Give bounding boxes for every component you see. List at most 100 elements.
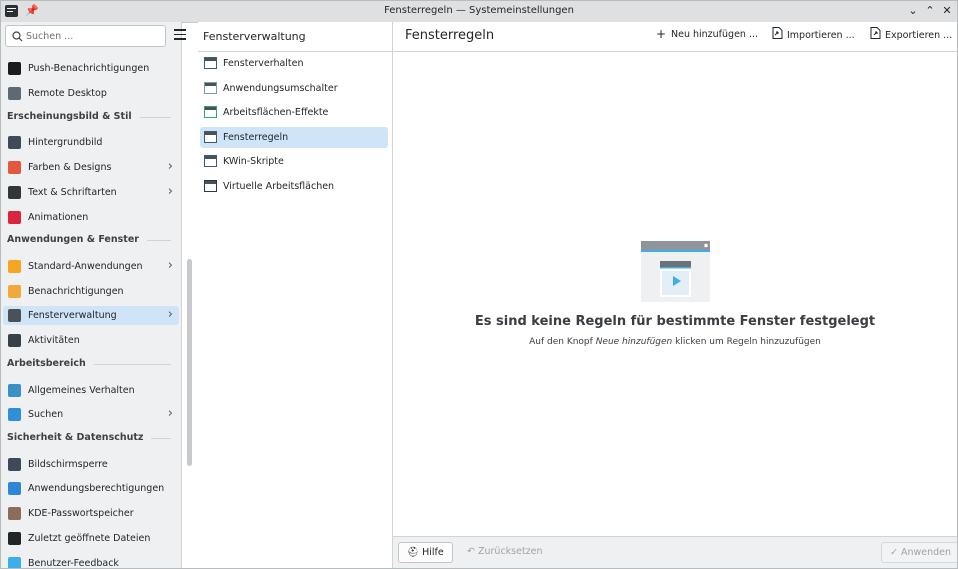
- sidebar-section-header: Arbeitsbereich: [7, 358, 175, 372]
- sidebar-item[interactable]: Push-Benachrichtigungen: [3, 59, 179, 78]
- category-item[interactable]: Anwendungsumschalter: [200, 78, 388, 99]
- sidebar-item[interactable]: Hintergrundbild: [3, 133, 179, 152]
- category-item-label: Virtuelle Arbeitsflächen: [223, 181, 335, 192]
- sidebar-item-label: Aktivitäten: [28, 335, 80, 347]
- import-icon: [771, 27, 783, 42]
- sidebar-item[interactable]: Standard-Anwendungen ›: [3, 257, 179, 276]
- sidebar: Push-Benachrichtigungen Remote Desktop Ers…: [1, 22, 192, 568]
- recent-files-icon: [8, 532, 21, 545]
- task-switcher-icon: [204, 81, 217, 94]
- help-button[interactable]: ⛑ Hilfe: [398, 542, 453, 563]
- help-icon: ⛑: [407, 547, 420, 558]
- screen-lock-icon: [8, 457, 21, 471]
- category-header: Fensterverwaltung: [198, 22, 392, 52]
- window-behavior-icon: [204, 57, 217, 69]
- reset-button[interactable]: ↶ Zurücksetzen: [459, 542, 551, 563]
- sidebar-item[interactable]: Bildschirmsperre: [3, 455, 179, 474]
- category-item[interactable]: Fensterregeln: [200, 126, 388, 148]
- sidebar-item-label: Anwendungsberechtigungen: [28, 483, 165, 495]
- sidebar-item[interactable]: Benachrichtigungen: [3, 282, 179, 301]
- wallpaper-icon: [8, 136, 21, 150]
- hamburger-menu-icon[interactable]: [174, 29, 186, 43]
- chevron-right-icon: ›: [167, 158, 173, 174]
- category-item-label: Arbeitsflächen-Effekte: [223, 107, 329, 119]
- help-label: Hilfe: [422, 547, 444, 558]
- sidebar-item[interactable]: Remote Desktop: [3, 84, 179, 103]
- star-icon: [8, 259, 21, 273]
- chevron-right-icon: ›: [167, 406, 173, 422]
- category-item[interactable]: Arbeitsflächen-Effekte: [200, 102, 388, 123]
- export-button[interactable]: Exportieren ...: [869, 27, 952, 45]
- apply-label: Anwenden: [901, 547, 952, 558]
- category-item[interactable]: Virtuelle Arbeitsflächen: [200, 176, 388, 197]
- export-label: Exportieren ...: [885, 30, 953, 41]
- desktop-effects-icon: [204, 106, 217, 119]
- category-panel: Fensterverwaltung Fensterverhalten Anwend…: [198, 22, 393, 568]
- sidebar-section-header: Erscheinungsbild & Stil: [7, 111, 175, 125]
- category-item[interactable]: Fensterverhalten: [200, 53, 388, 74]
- sidebar-item[interactable]: Aktivitäten: [3, 331, 179, 350]
- sidebar-item-label: Standard-Anwendungen: [28, 260, 143, 272]
- category-item-label: KWin-Skripte: [223, 156, 284, 168]
- sidebar-section-header: Sicherheit & Datenschutz: [7, 432, 175, 446]
- section-divider: [140, 116, 171, 118]
- animations-icon: [8, 210, 21, 224]
- category-item-label: Fensterregeln: [223, 131, 289, 143]
- sidebar-section-label: Anwendungen & Fenster: [7, 234, 139, 246]
- search-input[interactable]: [26, 28, 156, 44]
- sidebar-item[interactable]: Animationen: [3, 208, 179, 227]
- sidebar-item-label: Push-Benachrichtigungen: [28, 63, 150, 74]
- section-divider: [94, 364, 171, 365]
- sidebar-item[interactable]: Anwendungsberechtigungen: [3, 479, 179, 498]
- sidebar-item[interactable]: Fensterverwaltung ›: [3, 306, 179, 326]
- search-icon: [12, 31, 23, 42]
- empty-hint-prefix: Auf den Knopf: [529, 337, 593, 347]
- minimize-button[interactable]: ⌄: [905, 3, 921, 19]
- category-title: Fensterverwaltung: [203, 30, 306, 43]
- virtual-desktops-icon: [204, 180, 217, 192]
- undo-icon: ↶: [467, 546, 475, 557]
- sidebar-scrollbar[interactable]: [187, 259, 192, 466]
- sidebar-item[interactable]: Zuletzt geöffnete Dateien: [3, 529, 179, 548]
- category-item-label: Fensterverhalten: [223, 58, 304, 69]
- activities-icon: [8, 334, 21, 348]
- section-divider: [151, 438, 171, 440]
- empty-state-title: Es sind keine Regeln für bestimmte Fenst…: [474, 314, 876, 329]
- permissions-icon: [8, 482, 21, 496]
- apply-button[interactable]: ✓ Anwenden: [881, 542, 957, 563]
- sidebar-item-label: Benachrichtigungen: [28, 285, 124, 297]
- maximize-button[interactable]: ⌃: [922, 3, 938, 19]
- window-rules-icon: [204, 130, 217, 143]
- sidebar-item[interactable]: Farben & Designs ›: [3, 158, 179, 177]
- content-header: Fensterregeln + Neu hinzufügen ... Import…: [393, 22, 957, 52]
- sidebar-item-label: Text & Schriftarten: [28, 186, 117, 198]
- title-bar: 📌 Fensterregeln — Systemeinstellungen ⌄ …: [1, 1, 957, 23]
- search-settings-icon: [8, 408, 21, 422]
- close-button[interactable]: ✕: [939, 3, 955, 19]
- colors-icon: [8, 160, 21, 174]
- new-rule-button[interactable]: + Neu hinzufügen ...: [655, 27, 758, 45]
- sidebar-item[interactable]: Benutzer-Feedback: [3, 554, 179, 568]
- footer-bar: ⛑ Hilfe ↶ Zurücksetzen ✓ Anwenden: [393, 536, 957, 568]
- category-item[interactable]: KWin-Skripte: [200, 151, 388, 172]
- settings-window: 📌 Fensterregeln — Systemeinstellungen ⌄ …: [0, 0, 958, 569]
- checkmark-icon: ✓: [890, 547, 898, 558]
- sidebar-section-label: Sicherheit & Datenschutz: [7, 432, 144, 444]
- page-title: Fensterregeln: [405, 28, 495, 43]
- sidebar-section-label: Erscheinungsbild & Stil: [7, 110, 132, 122]
- empty-state-hint: Auf den Knopf Neue hinzufügen klicken um…: [393, 337, 957, 347]
- sidebar-item-label: KDE-Passwortspeicher: [28, 508, 134, 520]
- import-label: Importieren ...: [787, 30, 855, 41]
- import-button[interactable]: Importieren ...: [771, 27, 855, 45]
- empty-hint-suffix: klicken um Regeln hinzuzufügen: [675, 337, 821, 347]
- sidebar-item[interactable]: Allgemeines Verhalten: [3, 381, 179, 400]
- push-notification-icon: [8, 62, 21, 75]
- window-management-icon: [8, 309, 21, 323]
- category-item-label: Anwendungsumschalter: [223, 82, 338, 94]
- sidebar-item[interactable]: Suchen ›: [3, 405, 179, 424]
- sidebar-section-header: Anwendungen & Fenster: [7, 234, 175, 248]
- sidebar-item-label: Hintergrundbild: [28, 137, 103, 149]
- search-box[interactable]: [5, 25, 166, 47]
- sidebar-item[interactable]: KDE-Passwortspeicher: [3, 504, 179, 523]
- sidebar-item[interactable]: Text & Schriftarten ›: [3, 183, 179, 202]
